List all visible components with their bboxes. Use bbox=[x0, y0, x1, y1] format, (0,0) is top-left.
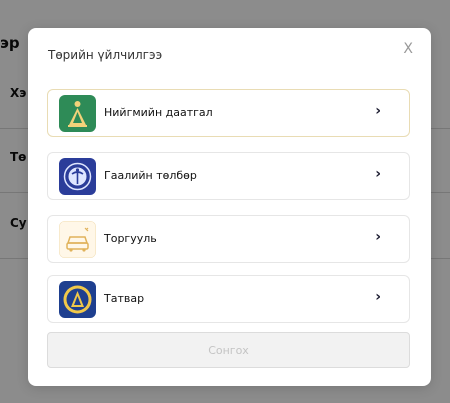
service-label: Торгууль bbox=[104, 232, 157, 245]
chevron-right-icon: › bbox=[375, 289, 381, 305]
service-item-social-insurance[interactable]: Нийгмийн даатгал › bbox=[47, 89, 410, 137]
service-label: Гаалийн төлбөр bbox=[104, 169, 197, 182]
fine-car-icon bbox=[59, 221, 96, 258]
select-button[interactable]: Сонгох bbox=[47, 332, 410, 368]
tax-emblem-icon bbox=[59, 281, 96, 318]
chevron-right-icon: › bbox=[375, 103, 381, 119]
customs-emblem-icon bbox=[59, 158, 96, 195]
social-insurance-icon bbox=[59, 95, 96, 132]
close-button[interactable]: X bbox=[403, 41, 413, 57]
modal-title: Төрийн үйлчилгээ bbox=[48, 48, 163, 62]
service-item-fines[interactable]: Торгууль › bbox=[47, 215, 410, 263]
service-item-tax[interactable]: Татвар › bbox=[47, 275, 410, 323]
service-label: Нийгмийн даатгал bbox=[104, 106, 213, 119]
service-item-customs[interactable]: Гаалийн төлбөр › bbox=[47, 152, 410, 200]
services-modal: Төрийн үйлчилгээ X Нийгмийн даатгал › Га… bbox=[28, 28, 431, 386]
service-label: Татвар bbox=[104, 292, 145, 305]
chevron-right-icon: › bbox=[375, 229, 381, 245]
chevron-right-icon: › bbox=[375, 166, 381, 182]
